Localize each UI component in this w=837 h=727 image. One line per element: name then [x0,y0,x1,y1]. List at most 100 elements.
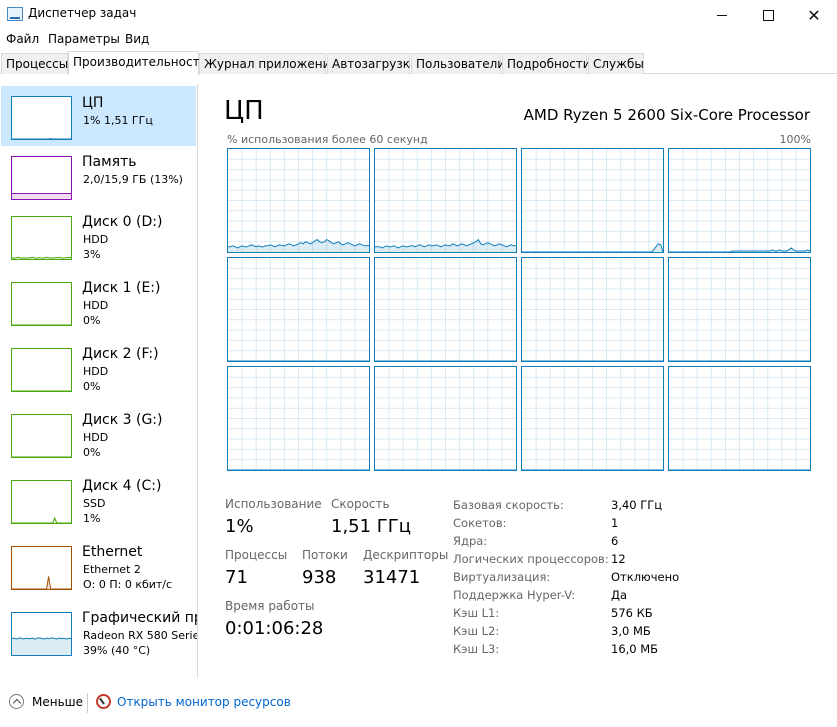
tab-startup[interactable]: Автозагрузка [327,53,417,74]
sidebar-item-detail: 0% [83,446,101,459]
speed-value: 1,51 ГГц [331,516,412,537]
chevron-up-icon[interactable] [9,694,24,709]
logical-processor-graph[interactable] [521,366,664,471]
tab-processes[interactable]: Процессы [1,53,68,74]
sidebar-item-detail: 0% [83,380,101,393]
disk4-thumbnail-graph [11,480,72,524]
spec-label: Поддержка Hyper-V: [453,588,576,602]
logical-processor-graph[interactable] [374,148,517,253]
disk1-thumbnail-graph [11,282,72,326]
sidebar-item-cpu[interactable]: ЦП 1% 1,51 ГГц [1,86,196,146]
processor-name: AMD Ryzen 5 2600 Six-Core Processor [523,106,810,124]
handles-value: 31471 [363,567,421,588]
uptime-label: Время работы [225,599,315,613]
logical-processor-graph[interactable] [521,148,664,253]
resource-monitor-icon[interactable] [96,694,111,709]
spec-label: Ядра: [453,534,488,548]
logical-processor-graph[interactable] [374,366,517,471]
usage-value: 1% [225,516,254,537]
logical-processor-chart [669,149,810,252]
handles-label: Дескрипторы [363,548,449,562]
logical-processor-chart [522,258,663,361]
usage-line [12,576,71,589]
usage-line [12,516,71,523]
disk3-thumbnail-chart [12,456,71,457]
sidebar-item-label: Диск 0 (D:) [82,214,163,230]
logical-processor-chart [669,258,810,361]
threads-value: 938 [302,567,337,588]
sidebar-item-label: Ethernet [82,544,143,560]
sidebar-item-disk3[interactable]: Диск 3 (G:) HDD 0% [1,406,196,472]
cpu-thumbnail-graph [11,96,72,140]
threads-label: Потоки [302,548,348,562]
logical-processor-graph[interactable] [668,257,811,362]
sidebar-item-disk1[interactable]: Диск 1 (E:) HDD 0% [1,274,196,340]
sidebar-item-ethernet[interactable]: Ethernet Ethernet 2 О: 0 П: 0 кбит/с [1,538,196,604]
logical-processor-chart [375,149,516,252]
disk4-thumbnail-chart [12,516,71,523]
usage-area [12,518,71,523]
close-button[interactable]: ✕ [791,0,837,30]
sidebar-item-detail: 1% [83,512,101,525]
spec-value: 1 [611,516,619,530]
memory-thumbnail-chart [12,193,71,199]
processes-label: Процессы [225,548,288,562]
maximize-button[interactable] [745,0,791,30]
spec-label: Кэш L1: [453,606,500,620]
logical-processor-chart [228,258,369,361]
sidebar-item-detail: Ethernet 2 [83,563,141,576]
logical-processor-chart [522,367,663,470]
ethernet-thumbnail-graph [11,546,72,590]
cpu-detail-panel: ЦП AMD Ryzen 5 2600 Six-Core Processor %… [200,84,837,678]
sidebar-item-detail: HDD [83,299,109,312]
tab-details[interactable]: Подробности [502,53,591,74]
tab-users[interactable]: Пользователи [411,53,505,74]
sidebar-item-detail: 39% (40 °C) [83,644,151,657]
spec-value: 576 КБ [611,606,653,620]
tab-bar: Процессы Производительность Журнал прило… [0,51,837,75]
menu-view[interactable]: Вид [125,32,149,46]
ethernet-thumbnail-chart [12,576,71,589]
spec-value: 16,0 МБ [611,642,659,656]
tab-app-history[interactable]: Журнал приложений [199,53,338,74]
spec-label: Сокетов: [453,516,507,530]
logical-processor-graph[interactable] [227,366,370,471]
page-title: ЦП [224,96,264,126]
sidebar-item-label: Память [82,154,137,170]
usage-label: Использование [225,497,322,511]
usage-area [12,193,71,199]
spec-label: Виртуализация: [453,570,551,584]
minimize-button[interactable] [699,0,745,30]
uptime-value: 0:01:06:28 [225,618,324,639]
logical-processor-graph[interactable] [521,257,664,362]
logical-processor-graph[interactable] [227,148,370,253]
disk2-thumbnail-chart [12,390,71,391]
sidebar-item-disk4[interactable]: Диск 4 (C:) SSD 1% [1,472,196,538]
menu-file[interactable]: Файл [6,32,39,46]
logical-processor-chart [375,258,516,361]
speed-label: Скорость [331,497,390,511]
tab-performance[interactable]: Производительность [68,51,207,75]
spec-value: Отключено [611,570,680,584]
sidebar-item-detail: 0% [83,314,101,327]
spec-label: Кэш L3: [453,642,500,656]
sidebar-item-memory[interactable]: Память 2,0/15,9 ГБ (13%) [1,148,196,208]
menu-options[interactable]: Параметры [48,32,120,46]
sidebar-item-disk0[interactable]: Диск 0 (D:) HDD 3% [1,208,196,274]
sidebar-item-label: Диск 4 (C:) [82,478,162,494]
logical-processor-graph[interactable] [374,257,517,362]
tab-services[interactable]: Службы [588,53,644,74]
spec-value: 12 [611,552,626,566]
cpu-thumbnail-chart [12,138,71,139]
fewer-details-button[interactable]: Меньше [32,695,83,709]
title-bar[interactable]: Диспетчер задач ✕ [0,0,837,30]
sidebar-item-gpu[interactable]: Графический пр Radeon RX 580 Series 39% … [1,604,197,670]
spec-label: Кэш L2: [453,624,500,638]
logical-processor-graph[interactable] [668,366,811,471]
open-resource-monitor-link[interactable]: Открыть монитор ресурсов [117,695,291,709]
logical-processor-graph[interactable] [227,257,370,362]
logical-processor-graphs[interactable] [227,148,812,471]
disk1-thumbnail-chart [12,324,71,325]
logical-processor-graph[interactable] [668,148,811,253]
sidebar-item-disk2[interactable]: Диск 2 (F:) HDD 0% [1,340,196,406]
